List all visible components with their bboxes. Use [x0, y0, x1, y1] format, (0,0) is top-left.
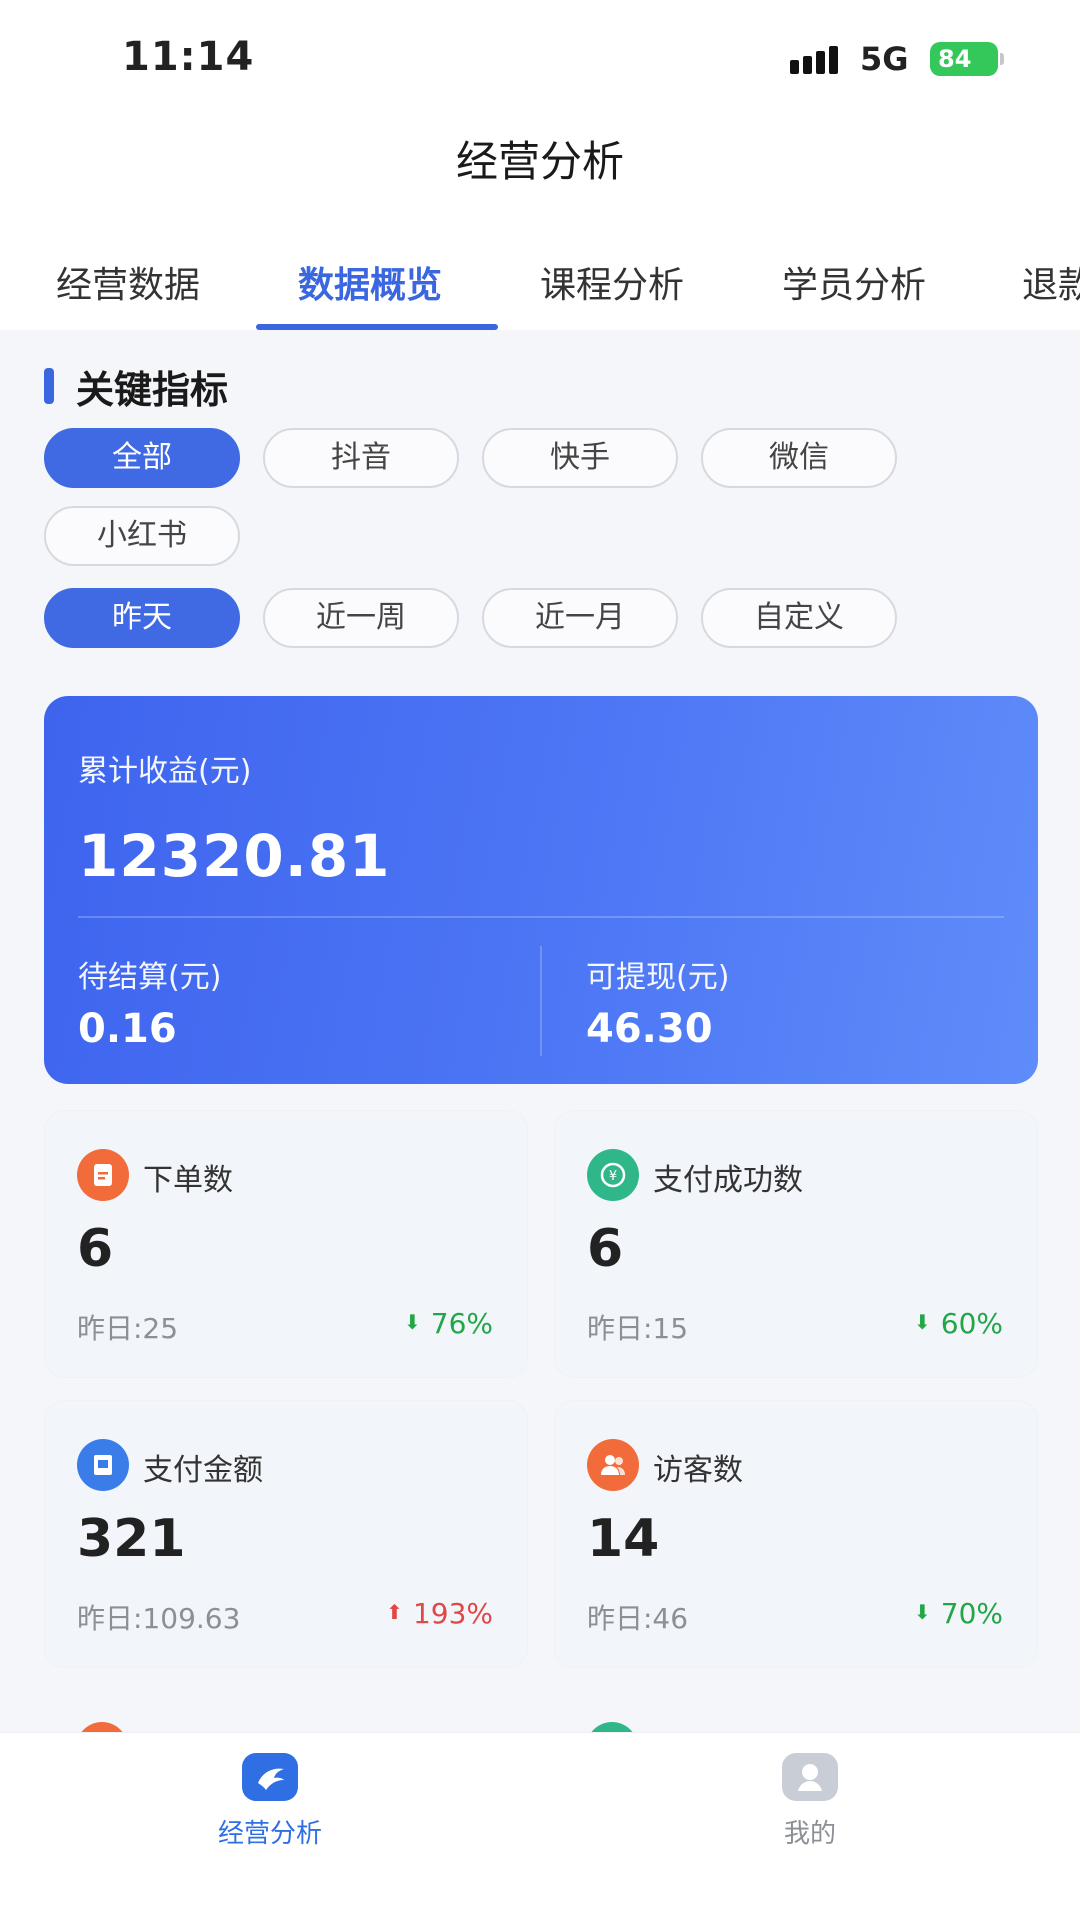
network-type: 5G — [860, 40, 909, 78]
visitors-icon — [587, 1439, 639, 1491]
filter-xiaohongshu[interactable]: 小红书 — [44, 506, 240, 566]
filter-wechat[interactable]: 微信 — [701, 428, 897, 488]
tab-bar: 经营数据 数据概览 课程分析 学员分析 退款 — [0, 250, 1080, 330]
metric-change-value: 70% — [940, 1597, 1003, 1630]
metric-value: 6 — [587, 1219, 624, 1279]
bottom-nav-profile[interactable]: 我的 — [710, 1753, 910, 1850]
page-title: 经营分析 — [455, 137, 624, 186]
period-month[interactable]: 近一月 — [482, 588, 678, 648]
tab-data-overview[interactable]: 数据概览 — [298, 256, 442, 308]
metric-change: ⬇ 76% — [404, 1307, 493, 1340]
tab-indicator — [256, 324, 498, 330]
arrow-down-icon: ⬇ — [914, 1310, 931, 1334]
filter-kuaishou[interactable]: 快手 — [482, 428, 678, 488]
business-analysis-icon — [242, 1753, 298, 1801]
metric-value: 14 — [587, 1509, 660, 1569]
metric-card-visitors[interactable]: 访客数 14 昨日:46 ⬇ 70% — [554, 1400, 1038, 1668]
period-week[interactable]: 近一周 — [263, 588, 459, 648]
section-header: 关键指标 — [44, 364, 228, 412]
section-marker — [44, 368, 54, 404]
metric-title: 支付成功数 — [653, 1163, 803, 1198]
metric-card-orders[interactable]: 下单数 6 昨日:25 ⬇ 76% — [44, 1110, 528, 1378]
metric-card-payment-amount[interactable]: 支付金额 321 昨日:109.63 ⬆ 193% — [44, 1400, 528, 1668]
header-area: 11:14 5G 84 经营分析 经营数据 数据概览 课程分析 学员分析 退款 — [0, 0, 1080, 330]
section-title: 关键指标 — [76, 367, 229, 412]
tab-course-analysis[interactable]: 课程分析 — [540, 256, 684, 308]
payment-amount-icon — [77, 1439, 129, 1491]
metric-value: 6 — [77, 1219, 114, 1279]
pending-settlement-label: 待结算(元) — [78, 960, 222, 995]
tab-business-data[interactable]: 经营数据 — [56, 256, 200, 308]
battery-icon: 84 — [930, 42, 1004, 76]
pending-settlement-value: 0.16 — [78, 1006, 177, 1052]
earnings-card: 累计收益(元) 12320.81 待结算(元) 0.16 可提现(元) 46.3… — [44, 696, 1038, 1084]
metric-change-value: 76% — [430, 1307, 493, 1340]
metric-yesterday: 昨日:25 — [77, 1312, 179, 1345]
earnings-vertical-divider — [540, 946, 542, 1056]
payment-success-icon: ¥ — [587, 1149, 639, 1201]
arrow-down-icon: ⬇ — [404, 1310, 421, 1334]
tab-refund[interactable]: 退款 — [1022, 256, 1080, 308]
status-time: 11:14 — [122, 34, 255, 80]
bottom-nav: 经营分析 我的 — [0, 1732, 1080, 1920]
tab-student-analysis[interactable]: 学员分析 — [782, 256, 926, 308]
metric-title: 访客数 — [653, 1453, 743, 1488]
profile-icon — [782, 1753, 838, 1801]
filter-douyin[interactable]: 抖音 — [263, 428, 459, 488]
metric-change: ⬇ 60% — [914, 1307, 1003, 1340]
metric-value: 321 — [77, 1509, 186, 1569]
metric-yesterday: 昨日:109.63 — [77, 1602, 241, 1635]
metric-title: 支付金额 — [143, 1453, 263, 1488]
metric-change-value: 193% — [412, 1597, 493, 1630]
metric-change: ⬆ 193% — [386, 1597, 493, 1630]
total-earnings-label: 累计收益(元) — [78, 754, 252, 789]
svg-text:¥: ¥ — [609, 1169, 617, 1184]
metric-change: ⬇ 70% — [914, 1597, 1003, 1630]
bottom-nav-label: 我的 — [783, 1819, 836, 1849]
arrow-up-icon: ⬆ — [386, 1600, 403, 1624]
signal-icon — [790, 44, 842, 74]
total-earnings-value: 12320.81 — [78, 822, 391, 890]
metric-change-value: 60% — [940, 1307, 1003, 1340]
metric-title: 下单数 — [143, 1163, 233, 1198]
metric-yesterday: 昨日:46 — [587, 1602, 689, 1635]
earnings-divider — [78, 916, 1004, 918]
period-custom[interactable]: 自定义 — [701, 588, 897, 648]
status-bar: 11:14 5G 84 — [0, 0, 1080, 110]
period-yesterday[interactable]: 昨天 — [44, 588, 240, 648]
withdrawable-label: 可提现(元) — [586, 960, 730, 995]
metric-yesterday: 昨日:15 — [587, 1312, 689, 1345]
filter-all[interactable]: 全部 — [44, 428, 240, 488]
bottom-nav-label: 经营分析 — [217, 1819, 322, 1849]
withdrawable-value: 46.30 — [586, 1006, 713, 1052]
metric-card-payment-success[interactable]: ¥ 支付成功数 6 昨日:15 ⬇ 60% — [554, 1110, 1038, 1378]
order-icon — [77, 1149, 129, 1201]
arrow-down-icon: ⬇ — [914, 1600, 931, 1624]
bottom-nav-business-analysis[interactable]: 经营分析 — [170, 1753, 370, 1850]
